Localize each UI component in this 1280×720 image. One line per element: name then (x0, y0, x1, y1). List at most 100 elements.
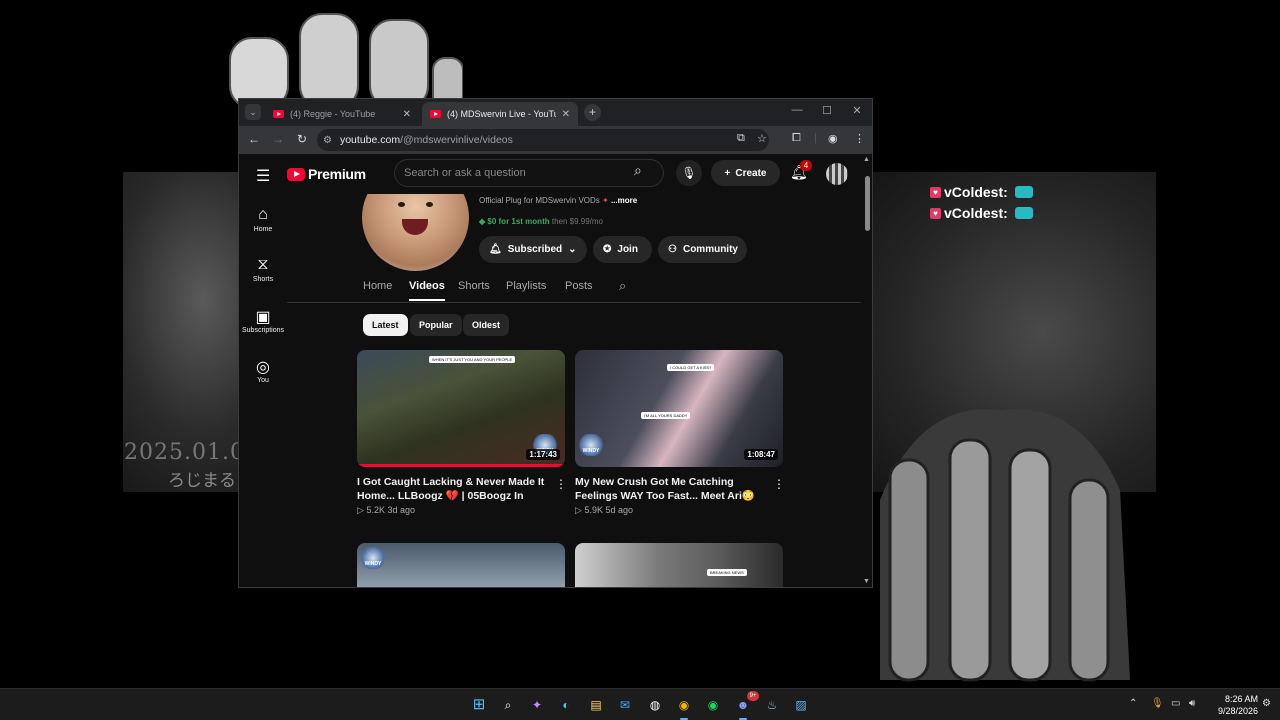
url-path: /@mdswervinlive/videos (400, 134, 513, 146)
edge-icon[interactable]: ◐ (556, 695, 576, 715)
account-avatar[interactable] (826, 163, 848, 185)
photos-icon[interactable]: ▨ (791, 695, 811, 715)
plus-icon: + (724, 167, 731, 179)
install-app-icon[interactable]: ⧉ (737, 132, 745, 145)
chat-user: vColdest: (944, 205, 1008, 221)
tab-strip: ⌄ (4) Reggie - YouTube ✕ (4) MDSwervin L… (239, 99, 872, 126)
tabs-divider (287, 302, 861, 303)
chip-oldest[interactable]: Oldest (463, 314, 510, 336)
back-button[interactable]: ← (246, 132, 262, 146)
video-thumbnail[interactable]: I COULD GET A KISS? I'M ALL YOURS DADDY … (575, 350, 783, 467)
tab-reggie[interactable]: (4) Reggie - YouTube ✕ (265, 102, 419, 126)
subscribed-label: Subscribed (507, 244, 563, 255)
chevron-down-icon: ⌄ (568, 244, 577, 255)
youtube-favicon-icon (273, 110, 284, 118)
search-icon[interactable]: ⌕ (498, 695, 518, 715)
steam-icon[interactable]: ♨ (762, 695, 782, 715)
file-explorer-icon[interactable]: ▤ (586, 695, 606, 715)
mail-icon[interactable]: ✉ (615, 695, 635, 715)
browser-menu-icon[interactable]: ⋮ (854, 132, 865, 145)
star-badge-icon: ✪ (603, 244, 612, 255)
heart-icon: ♥ (930, 186, 941, 198)
tab-search-button[interactable]: ⌄ (245, 104, 261, 120)
guide-subscriptions[interactable]: ▣ Subscriptions (239, 307, 287, 334)
guide-home[interactable]: ⌂ Home (239, 206, 287, 233)
network-icon[interactable]: ▭ (1171, 698, 1180, 709)
tab-home[interactable]: Home (363, 280, 392, 292)
app-icon[interactable]: ◍ (645, 695, 665, 715)
profile-icon[interactable]: ◉ (828, 132, 838, 145)
discord-icon[interactable]: ☻ 9+ (733, 691, 759, 720)
tab-close-icon[interactable]: ✕ (403, 109, 411, 120)
join-button[interactable]: ✪ Join (593, 236, 652, 263)
youtube-favicon-icon (430, 110, 441, 118)
new-tab-button[interactable]: + (584, 104, 601, 121)
channel-search-icon[interactable]: ⌕ (619, 278, 626, 294)
forward-button[interactable]: → (270, 132, 286, 146)
tab-mdswervin[interactable]: (4) MDSwervin Live - YouTube ✕ (422, 102, 578, 126)
video-card[interactable]: I COULD GET A KISS? I'M ALL YOURS DADDY … (575, 350, 785, 516)
video-card[interactable]: WINDY CITY (357, 543, 565, 587)
video-card[interactable]: WHEN IT'S JUST YOU AND YOUR PEOPLE WINDY… (357, 350, 567, 516)
system-clock[interactable]: 8:26 AM 9/28/2026 (1206, 693, 1258, 717)
tab-playlists[interactable]: Playlists (506, 280, 546, 292)
video-menu-icon[interactable]: ⋮ (555, 477, 567, 491)
guide-label: Shorts (252, 276, 274, 283)
you-icon: ◎ (256, 359, 270, 376)
bookmark-star-icon[interactable]: ☆ (757, 132, 767, 145)
page-scrollbar[interactable]: ▲ ▼ (862, 154, 872, 587)
avatar-eye (398, 202, 405, 207)
create-button[interactable]: + Create (711, 160, 780, 186)
search-input[interactable]: Search or ask a question (394, 159, 664, 187)
guide-you[interactable]: ◎ You (239, 357, 287, 384)
close-window-button[interactable]: ✕ (842, 104, 872, 117)
thumb-caption: WHEN IT'S JUST YOU AND YOUR PEOPLE (429, 356, 516, 363)
video-thumbnail[interactable]: WHEN IT'S JUST YOU AND YOUR PEOPLE WINDY… (357, 350, 565, 467)
offer-then: then $9.99/mo (551, 217, 604, 226)
microphone-icon[interactable]: 🎙︎ (1151, 698, 1164, 709)
start-button[interactable]: ⊞ (469, 695, 489, 715)
channel-description[interactable]: Official Plug for MDSwervin VODs ✦ ...mo… (479, 196, 637, 205)
chrome-icon[interactable]: ◉ (674, 695, 694, 720)
browser-toolbar: ← → ↻ ⚙ youtube.com/@mdswervinlive/video… (239, 126, 872, 154)
voice-search-button[interactable]: 🎙︎ (676, 160, 702, 186)
subscribed-button[interactable]: 🔔︎ Subscribed ⌄ (479, 236, 587, 263)
video-thumbnail[interactable]: BREAKING NEWS (575, 543, 783, 587)
scroll-thumb[interactable] (865, 176, 870, 231)
youtube-premium-logo[interactable]: Premium (287, 166, 366, 182)
chip-latest[interactable]: Latest (363, 314, 408, 336)
chat-message: ♥ vColdest: (930, 184, 1033, 200)
spotify-icon[interactable]: ◉ (703, 695, 723, 715)
tab-shorts[interactable]: Shorts (458, 280, 490, 292)
maximize-button[interactable]: ☐ (812, 104, 842, 117)
tab-close-icon[interactable]: ✕ (562, 109, 570, 120)
menu-icon[interactable]: ☰ (256, 166, 270, 186)
minimize-button[interactable]: — (782, 104, 812, 116)
address-bar[interactable]: ⚙ youtube.com/@mdswervinlive/videos ⧉ ☆ (317, 129, 769, 151)
search-icon[interactable]: ⌕ (634, 162, 642, 179)
more-link[interactable]: ...more (611, 196, 637, 205)
copilot-icon[interactable]: ✦ (527, 695, 547, 715)
reload-button[interactable]: ↻ (294, 132, 310, 146)
scroll-up-arrow[interactable]: ▲ (863, 156, 870, 163)
chip-popular[interactable]: Popular (410, 314, 462, 336)
community-button[interactable]: ⚇ Community (658, 236, 747, 263)
site-info-icon[interactable]: ⚙ (323, 135, 332, 146)
video-title[interactable]: My New Crush Got Me Catching Feelings WA… (575, 475, 765, 503)
tab-posts[interactable]: Posts (565, 280, 593, 292)
subscriptions-icon: ▣ (255, 309, 271, 326)
volume-icon[interactable]: 🔊︎ (1189, 698, 1195, 709)
video-age: 5d ago (605, 505, 633, 515)
video-menu-icon[interactable]: ⋮ (773, 477, 785, 491)
video-title[interactable]: I Got Caught Lacking & Never Made It Hom… (357, 475, 547, 503)
video-thumbnail[interactable]: WINDY CITY (357, 543, 565, 587)
tab-videos[interactable]: Videos (409, 280, 445, 301)
chevron-up-icon[interactable]: ⌃ (1129, 698, 1137, 709)
extensions-icon[interactable]: ⧠ (792, 132, 801, 145)
guide-shorts[interactable]: ⧖ Shorts (239, 256, 287, 283)
video-card[interactable]: BREAKING NEWS (575, 543, 783, 587)
tab-title: (4) Reggie - YouTube (290, 109, 376, 119)
thumb-caption: I COULD GET A KISS? (667, 364, 715, 371)
notification-center-icon[interactable]: ⚙ (1262, 698, 1271, 709)
scroll-down-arrow[interactable]: ▼ (863, 578, 870, 585)
